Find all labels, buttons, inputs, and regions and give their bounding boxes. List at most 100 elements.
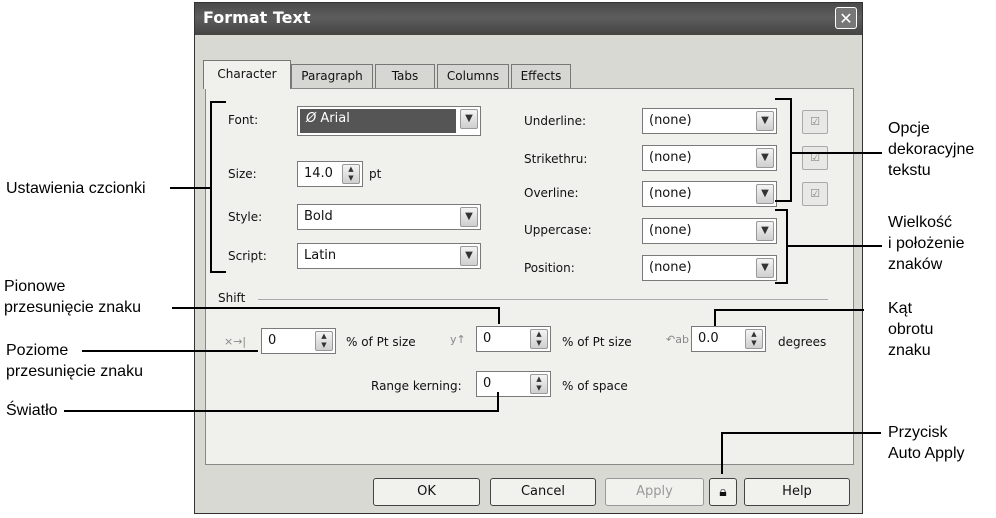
- strikethru-settings-button[interactable]: ☑: [802, 146, 828, 170]
- script-select[interactable]: Latin ▼: [297, 243, 481, 269]
- font-select[interactable]: Ø Arial ▼: [297, 106, 481, 136]
- annotation-horizontal-shift: Poziome przesunięcie znaku: [6, 340, 143, 382]
- strikethru-label: Strikethru:: [524, 152, 588, 166]
- annotation-rotation-line2: obrotu: [888, 321, 934, 338]
- annotation-decoration-line3: tekstu: [888, 162, 931, 179]
- title-bar[interactable]: Format Text ✕: [195, 3, 862, 35]
- annotation-kerning: Światło: [6, 402, 58, 419]
- annotation-decoration-line2: dekoracyjne: [888, 141, 975, 158]
- annotation-case: Wielkość i położenie znaków: [888, 212, 965, 275]
- uppercase-select[interactable]: (none) ▼: [642, 218, 777, 244]
- font-selected: Ø Arial: [300, 109, 456, 133]
- size-unit: pt: [369, 167, 382, 181]
- kerning-field[interactable]: 0 ▲ ▼: [476, 371, 551, 397]
- annotation-horizontal-line1: Poziome: [6, 342, 69, 359]
- decoration-bracket-top: [775, 98, 791, 100]
- vertical-shift-field[interactable]: 0 ▲ ▼: [476, 326, 551, 352]
- font-bracket-top: [210, 101, 226, 103]
- autoapply-pointer-up: [721, 432, 723, 474]
- spin-updown-icon[interactable]: ▲ ▼: [745, 329, 763, 349]
- tab-effects[interactable]: Effects: [511, 64, 571, 88]
- chevron-down-icon[interactable]: ▼: [756, 221, 774, 241]
- rotation-field[interactable]: 0.0 ▲ ▼: [691, 326, 766, 352]
- annotation-font-settings: Ustawienia czcionki: [6, 180, 146, 197]
- horizontal-shift-unit: % of Pt size: [346, 335, 416, 349]
- kerning-pointer-up: [497, 392, 499, 412]
- chevron-down-icon[interactable]: ▼: [756, 111, 774, 131]
- strikethru-select[interactable]: (none) ▼: [642, 145, 777, 171]
- dialog-title: Format Text: [203, 8, 311, 27]
- tab-paragraph[interactable]: Paragraph: [291, 64, 373, 88]
- horizontal-shift-value: 0: [268, 333, 277, 348]
- character-panel: Font: Size: Style: Script: Ø Arial ▼ 14.…: [205, 88, 854, 465]
- spin-updown-icon[interactable]: ▲ ▼: [315, 331, 333, 351]
- vertical-shift-unit: % of Pt size: [562, 335, 632, 349]
- size-value: 14.0: [304, 166, 333, 181]
- underline-value: (none): [649, 113, 692, 128]
- uppercase-value: (none): [649, 223, 692, 238]
- position-select[interactable]: (none) ▼: [642, 255, 777, 281]
- decoration-bracket-bottom: [775, 200, 791, 202]
- overline-value: (none): [649, 186, 692, 201]
- vertical-shift-icon: y↑: [450, 333, 466, 346]
- overline-settings-button[interactable]: ☑: [802, 182, 828, 206]
- chevron-down-icon[interactable]: ▼: [756, 148, 774, 168]
- position-label: Position:: [524, 261, 575, 275]
- annotation-rotation-line3: znaku: [888, 342, 931, 359]
- kerning-value: 0: [483, 376, 492, 391]
- close-button[interactable]: ✕: [835, 7, 857, 29]
- annotation-rotation-line1: Kąt: [888, 300, 913, 317]
- spin-updown-icon[interactable]: ▲ ▼: [342, 164, 360, 184]
- rotation-value: 0.0: [698, 331, 719, 346]
- case-bracket-bottom: [775, 282, 787, 284]
- chevron-down-icon[interactable]: ▼: [460, 246, 478, 266]
- font-pointer: [170, 187, 212, 189]
- apply-button[interactable]: Apply: [605, 478, 704, 506]
- annotation-autoapply-line1: Przycisk: [888, 424, 948, 441]
- tab-tabs[interactable]: Tabs: [375, 64, 435, 88]
- ok-button[interactable]: OK: [373, 478, 480, 506]
- spin-updown-icon[interactable]: ▲ ▼: [530, 374, 548, 394]
- overline-label: Overline:: [524, 186, 579, 200]
- horizontal-shift-icon: ×→|: [224, 335, 247, 348]
- overline-select[interactable]: (none) ▼: [642, 181, 777, 207]
- annotation-decoration: Opcje dekoracyjne tekstu: [888, 118, 974, 181]
- font-label: Font:: [228, 113, 259, 127]
- chevron-down-icon[interactable]: ▼: [756, 184, 774, 204]
- cancel-button[interactable]: Cancel: [490, 478, 596, 506]
- underline-label: Underline:: [524, 114, 587, 128]
- chevron-down-icon[interactable]: ▼: [756, 258, 774, 278]
- script-value: Latin: [304, 248, 337, 263]
- style-select[interactable]: Bold ▼: [297, 204, 481, 230]
- rotation-unit: degrees: [778, 335, 827, 349]
- decoration-pointer: [792, 152, 882, 154]
- case-pointer: [786, 245, 882, 247]
- chevron-down-icon[interactable]: ▼: [460, 207, 478, 227]
- kerning-pointer: [64, 410, 498, 412]
- vertical-shift-pointer: [172, 307, 499, 309]
- vertical-shift-pointer-down: [498, 307, 500, 324]
- annotation-auto-apply: Przycisk Auto Apply: [888, 422, 965, 464]
- annotation-vertical-shift: Pionowe przesunięcie znaku: [4, 276, 141, 318]
- horizontal-shift-field[interactable]: 0 ▲ ▼: [261, 328, 336, 354]
- opentype-font-icon: Ø: [306, 111, 321, 126]
- size-field[interactable]: 14.0 ▲ ▼: [297, 161, 363, 187]
- annotation-vertical-line2: przesunięcie znaku: [4, 299, 141, 316]
- help-button[interactable]: Help: [744, 478, 850, 506]
- underline-select[interactable]: (none) ▼: [642, 108, 777, 134]
- strikethru-value: (none): [649, 150, 692, 165]
- tab-columns[interactable]: Columns: [437, 64, 509, 88]
- position-value: (none): [649, 260, 692, 275]
- auto-apply-button[interactable]: 🔒︎: [709, 478, 737, 506]
- font-value: Arial: [320, 111, 350, 126]
- spin-updown-icon[interactable]: ▲ ▼: [530, 329, 548, 349]
- tab-character[interactable]: Character: [203, 60, 291, 89]
- font-bracket-bottom: [210, 271, 226, 273]
- chevron-down-icon[interactable]: ▼: [460, 109, 478, 129]
- format-text-dialog: Format Text ✕ Character Paragraph Tabs C…: [194, 2, 863, 514]
- annotation-rotation: Kąt obrotu znaku: [888, 298, 933, 361]
- annotation-horizontal-line2: przesunięcie znaku: [6, 363, 143, 380]
- underline-settings-button[interactable]: ☑: [802, 110, 828, 134]
- annotation-case-line1: Wielkość: [888, 214, 953, 231]
- style-label: Style:: [228, 210, 263, 224]
